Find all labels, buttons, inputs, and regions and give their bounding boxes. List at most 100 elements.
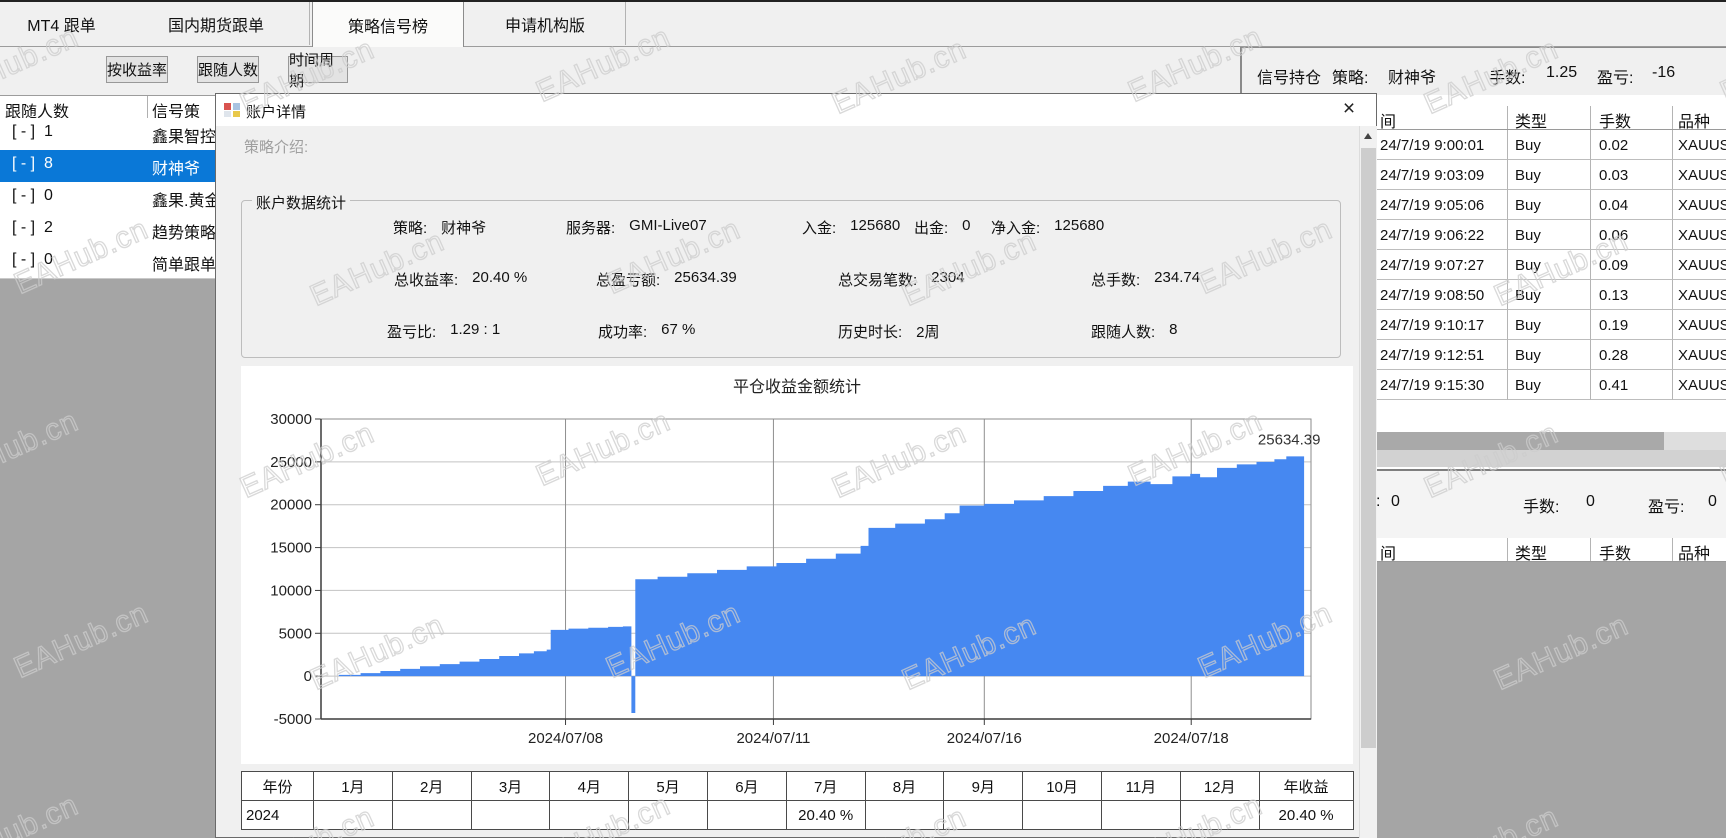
- strategy-name: 财神爷: [152, 161, 201, 178]
- stat-item: 服务器: GMI-Live07: [566, 217, 707, 238]
- svg-text:5000: 5000: [279, 625, 312, 642]
- strategy-list: 跟随人数 信号策略 [ - ] 1 鑫果智控. [ - ] 8 财神爷 [ - ] 0 鑫…: [0, 95, 220, 838]
- cell-type: Buy: [1508, 220, 1591, 250]
- month-header-cell: 2月: [391, 771, 472, 801]
- strategy-name: 鑫果.黄金: [152, 193, 221, 210]
- scroll-up-icon[interactable]: [1364, 133, 1372, 139]
- month-data-cell: [943, 800, 1024, 830]
- col-symbol[interactable]: 品种: [1673, 538, 1726, 561]
- equity-area-series: [338, 456, 1305, 713]
- stat-value: 8: [1169, 321, 1178, 338]
- account-stats-group: 账户数据统计 策略: 财神爷 服务器: GMI-Live07 入金: 125680 出金: 0…: [241, 192, 1341, 358]
- month-header-cell: 5月: [628, 771, 708, 801]
- sort-button-3[interactable]: 时间周期: [288, 52, 348, 90]
- strategy-row[interactable]: [ - ] 2 趋势策略: [0, 214, 216, 247]
- svg-text:平仓收益金额统计: 平仓收益金额统计: [733, 378, 861, 396]
- stat-label: 跟随人数:: [1091, 324, 1156, 341]
- svg-text:2024/07/18: 2024/07/18: [1154, 730, 1229, 747]
- sort-button-1[interactable]: 按收益率: [106, 56, 168, 83]
- scrollbar-thumb[interactable]: [1361, 148, 1376, 748]
- cell-symbol: XAUUSD.: [1673, 280, 1726, 310]
- close-icon[interactable]: ×: [1336, 96, 1362, 122]
- app-window: MT4 跟单国内期货跟单策略信号榜申请机构版 策略排序方式: 按收益率 跟随人数 时…: [0, 0, 1726, 838]
- month-data-cell: 20.40 %: [785, 800, 866, 830]
- month-header-cell: 3月: [470, 771, 551, 801]
- svg-text:2024/07/08: 2024/07/08: [528, 730, 603, 747]
- stat-item: 净入金: 125680: [991, 217, 1104, 238]
- svg-text:25000: 25000: [270, 454, 312, 471]
- month-header-cell: 9月: [943, 771, 1024, 801]
- svg-text:2024/07/16: 2024/07/16: [947, 730, 1022, 747]
- stats-group-label: 账户数据统计: [252, 192, 351, 213]
- tab-3[interactable]: 策略信号榜: [312, 0, 464, 47]
- stat-value: 财神爷: [441, 220, 487, 237]
- cell-type: Buy: [1508, 250, 1591, 280]
- tab-2[interactable]: 国内期货跟单: [123, 2, 310, 45]
- stat-value: 25634.39: [674, 269, 737, 286]
- month-data-cell: [1179, 800, 1260, 830]
- stat-value: 1.29 : 1: [450, 321, 501, 338]
- winform-icon: [224, 103, 240, 117]
- stat-item: 策略: 财神爷: [393, 217, 486, 238]
- stat-label: 盈亏比:: [387, 324, 437, 341]
- stat-item: 出金: 0: [914, 217, 971, 238]
- col-type[interactable]: 类型: [1508, 538, 1591, 561]
- pl-label: 盈亏:: [1597, 70, 1634, 87]
- svg-text:-5000: -5000: [274, 711, 312, 728]
- col-lots[interactable]: 手数: [1591, 106, 1673, 129]
- signal-holdings-title: 信号持仓: [1257, 70, 1322, 87]
- strategy-row[interactable]: [ - ] 8 财神爷: [0, 150, 215, 183]
- cell-lots: 0.03: [1591, 160, 1673, 190]
- stat-label: 历史时长:: [838, 324, 903, 341]
- follower-count: [ - ] 1: [12, 123, 53, 140]
- stat-item: 总盈亏额: 25634.39: [596, 269, 737, 290]
- month-header-cell: 1月: [313, 771, 393, 801]
- stat-value: 2周: [916, 324, 940, 341]
- stat-value: 125680: [850, 217, 901, 234]
- month-data-cell: [549, 800, 630, 830]
- strategy-name: 鑫果智控.: [152, 129, 221, 146]
- strategy-intro-label: 策略介绍:: [244, 139, 309, 156]
- follower-count: [ - ] 2: [12, 219, 53, 236]
- col-lots[interactable]: 手数: [1591, 538, 1673, 561]
- last-value-annotation: 25634.39: [1258, 431, 1321, 448]
- pl-value: 0: [1708, 493, 1717, 510]
- cell-type: Buy: [1508, 340, 1591, 370]
- pl-label: 盈亏:: [1648, 499, 1685, 516]
- cell-lots: 0.09: [1591, 250, 1673, 280]
- col-type[interactable]: 类型: [1508, 106, 1591, 129]
- strategy-row[interactable]: [ - ] 1 鑫果智控.: [0, 118, 220, 151]
- cell-lots: 0.28: [1591, 340, 1673, 370]
- tab-bar: MT4 跟单 国内期货跟单 策略信号榜 申请机构版: [0, 0, 1726, 47]
- signal-holdings-header: 信号持仓 策略: 财神爷 手数: 1.25 盈亏: -16: [1240, 46, 1726, 95]
- strategy-row[interactable]: [ - ] 0 鑫果.黄金: [0, 182, 220, 215]
- vertical-scrollbar[interactable]: [1359, 126, 1377, 838]
- month-data-cell: [1100, 800, 1181, 830]
- stat-item: 总收益率: 20.40 %: [394, 269, 527, 290]
- stat-label: 总交易笔数:: [838, 272, 918, 289]
- cell-symbol: XAUUSD.: [1673, 310, 1726, 340]
- pl-value: -16: [1652, 64, 1676, 81]
- strategy-list-header: 跟随人数 信号策略: [0, 96, 215, 145]
- cell-symbol: XAUUSD.: [1673, 130, 1726, 160]
- col-symbol[interactable]: 品种: [1673, 106, 1726, 129]
- strategy-name: 简单跟单: [152, 257, 217, 274]
- stat-value: GMI-Live07: [629, 217, 707, 234]
- month-data-cell: [391, 800, 472, 830]
- month-header-cell: 年收益: [1258, 771, 1354, 801]
- sort-button-2[interactable]: 跟随人数: [197, 56, 259, 83]
- tab-4[interactable]: 申请机构版: [465, 2, 626, 45]
- month-data-cell: [313, 800, 393, 830]
- dialog-titlebar[interactable]: 账户详情 ×: [216, 94, 1376, 126]
- stat-value: 0: [962, 217, 971, 234]
- month-table: 年份 1月 2月 3月 4月 5月 6月 7月 8月 9月 10月 11月 12月 年收益 2024 20.4…: [241, 771, 1354, 830]
- month-data-cell: [470, 800, 551, 830]
- account-details-dialog: 账户详情 × 策略介绍: 账户数据统计 策略: 财神爷 服务器: GMI-Live07…: [215, 93, 1377, 838]
- svg-text:0: 0: [304, 668, 312, 685]
- stat-value: 2304: [931, 269, 965, 286]
- month-header-cell: 4月: [549, 771, 630, 801]
- cell-lots: 0.19: [1591, 310, 1673, 340]
- tab-1[interactable]: MT4 跟单: [0, 2, 124, 45]
- stat-label: 成功率:: [598, 324, 648, 341]
- strategy-row[interactable]: [ - ] 0 简单跟单: [0, 246, 217, 279]
